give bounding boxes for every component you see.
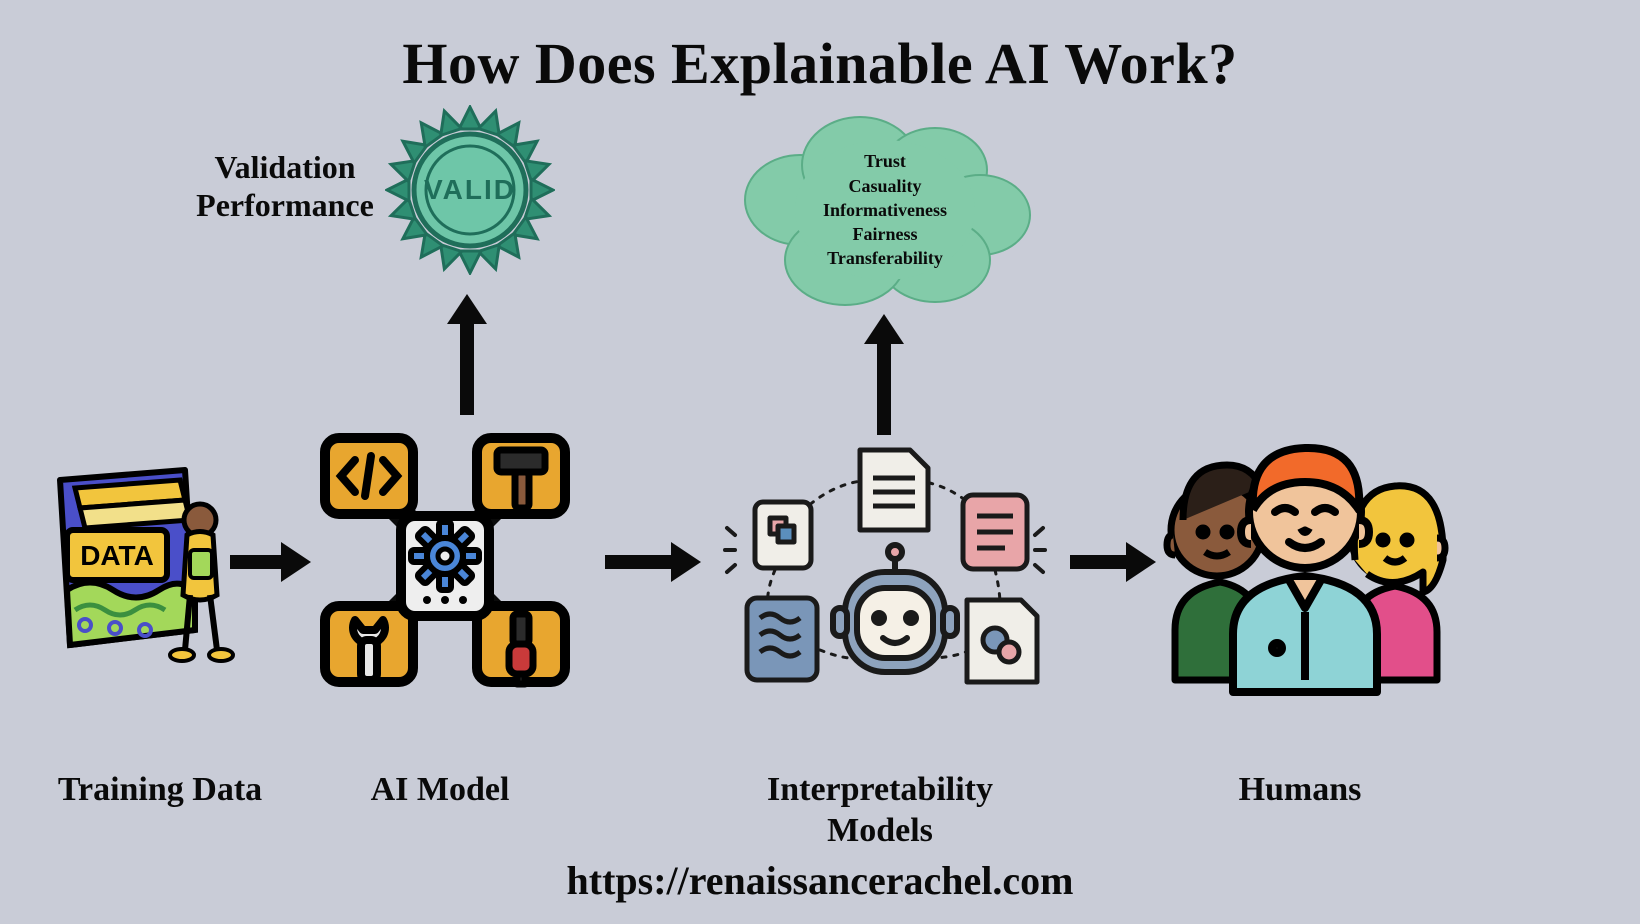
arrow-model-to-interp xyxy=(605,555,675,569)
label-training-data: Training Data xyxy=(30,770,290,811)
cloud-item: Fairness xyxy=(853,222,918,246)
cloud-item: Transferability xyxy=(827,246,943,270)
valid-badge-text: VALID xyxy=(424,174,516,206)
interpretability-icon xyxy=(705,440,1065,700)
arrow-model-to-validation xyxy=(460,320,474,415)
arrow-data-to-model xyxy=(230,555,285,569)
ai-model-icon xyxy=(305,420,585,700)
validation-label-text: Validation Performance xyxy=(196,149,374,223)
training-data-icon: DATA xyxy=(35,450,235,670)
cloud-text: Trust Casuality Informativeness Fairness… xyxy=(730,110,1040,310)
humans-icon xyxy=(1155,420,1455,700)
cloud-item: Informativeness xyxy=(823,198,947,222)
label-humans: Humans xyxy=(1170,770,1430,811)
footer-url: https://renaissancerachel.com xyxy=(0,857,1640,904)
cloud-item: Casuality xyxy=(848,174,921,198)
arrow-interp-to-humans xyxy=(1070,555,1130,569)
label-interpretability: Interpretability Models xyxy=(700,770,1060,852)
label-ai-model: AI Model xyxy=(330,770,550,811)
qualities-cloud: Trust Casuality Informativeness Fairness… xyxy=(730,110,1040,310)
page-title: How Does Explainable AI Work? xyxy=(0,30,1640,97)
cloud-item: Trust xyxy=(864,149,906,173)
valid-badge: VALID xyxy=(385,105,555,275)
arrow-interp-to-cloud xyxy=(877,340,891,435)
validation-label: Validation Performance xyxy=(175,148,395,225)
book-label: DATA xyxy=(80,540,154,571)
